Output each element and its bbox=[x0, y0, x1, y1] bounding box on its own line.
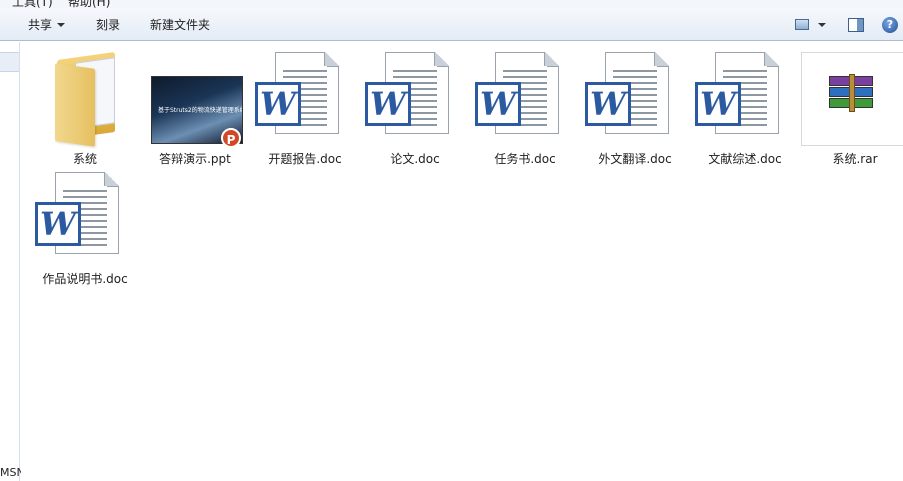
file-item-folder[interactable]: 系统 bbox=[33, 46, 137, 166]
navigation-pane[interactable] bbox=[0, 42, 20, 481]
file-item-ppt[interactable]: 基于Struts2的物流快递管理系统 P 答辩演示.ppt bbox=[143, 46, 247, 166]
file-item-doc[interactable]: W 作品说明书.doc bbox=[33, 166, 137, 286]
help-icon[interactable]: ? bbox=[882, 17, 898, 33]
change-view-icon[interactable] bbox=[795, 19, 809, 30]
share-button[interactable]: 共享 bbox=[28, 16, 66, 34]
file-name: 开题报告.doc bbox=[268, 152, 342, 166]
view-options-chevron-icon[interactable] bbox=[818, 23, 826, 27]
share-label: 共享 bbox=[28, 18, 53, 32]
new-folder-button[interactable]: 新建文件夹 bbox=[150, 16, 210, 34]
rar-strap-icon bbox=[849, 74, 855, 112]
powerpoint-icon: P bbox=[221, 128, 241, 148]
file-name: 系统 bbox=[72, 152, 97, 166]
menu-bar: 工具(T) 帮助(H) bbox=[0, 0, 903, 8]
file-name: 答辩演示.ppt bbox=[159, 152, 231, 166]
new-folder-label: 新建文件夹 bbox=[150, 18, 211, 32]
menu-tools[interactable]: 工具(T) bbox=[12, 0, 53, 8]
nav-selected-item[interactable] bbox=[0, 52, 19, 72]
file-name: 作品说明书.doc bbox=[42, 272, 128, 286]
file-item-rar[interactable]: 系统.rar bbox=[801, 46, 903, 166]
burn-label: 刻录 bbox=[96, 18, 121, 32]
file-name: 论文.doc bbox=[390, 152, 440, 166]
file-item-doc[interactable]: W 外文翻译.doc bbox=[583, 46, 687, 166]
file-item-doc[interactable]: W 文献综述.doc bbox=[693, 46, 797, 166]
file-name: 外文翻译.doc bbox=[598, 152, 672, 166]
burn-button[interactable]: 刻录 bbox=[96, 16, 120, 34]
preview-pane-icon[interactable] bbox=[848, 18, 864, 32]
file-name: 系统.rar bbox=[832, 152, 878, 166]
file-name: 任务书.doc bbox=[494, 152, 556, 166]
menu-help[interactable]: 帮助(H) bbox=[68, 0, 110, 8]
chevron-down-icon bbox=[57, 22, 66, 27]
file-name: 文献综述.doc bbox=[708, 152, 782, 166]
ppt-thumb-title: 基于Struts2的物流快递管理系统 bbox=[158, 107, 243, 114]
file-item-doc[interactable]: W 开题报告.doc bbox=[253, 46, 357, 166]
command-bar: 共享 刻录 新建文件夹 ? bbox=[0, 8, 903, 41]
file-item-doc[interactable]: W 任务书.doc bbox=[473, 46, 577, 166]
file-item-doc[interactable]: W 论文.doc bbox=[363, 46, 467, 166]
file-list[interactable]: 系统 基于Struts2的物流快递管理系统 P 答辩演示.ppt W 开题报告.… bbox=[21, 42, 903, 481]
